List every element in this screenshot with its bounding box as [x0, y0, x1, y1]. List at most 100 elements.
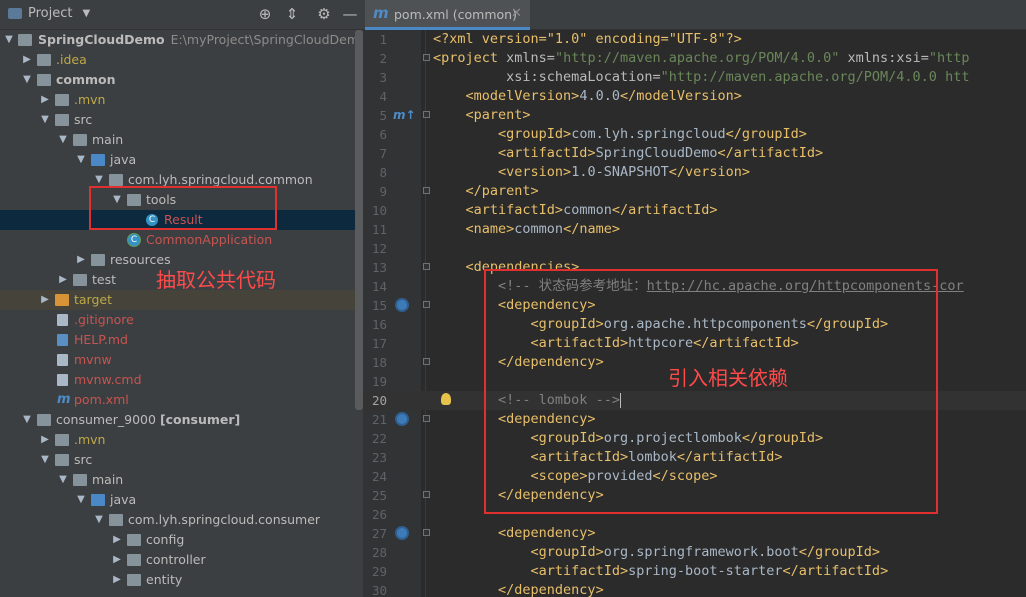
code-line[interactable]: 11 <name>common</name>	[363, 220, 1026, 239]
expand-arrow-icon[interactable]: ▼	[21, 410, 33, 430]
expand-arrow-icon[interactable]: ▼	[75, 150, 87, 170]
dependency-navigate-icon[interactable]	[395, 526, 409, 540]
dependency-navigate-icon[interactable]	[395, 412, 409, 426]
collapsed-arrow-icon[interactable]: ▶	[21, 50, 33, 70]
tree-item-common[interactable]: ▼ common	[0, 70, 363, 90]
line-number: 30	[371, 583, 387, 597]
resources-folder-icon	[91, 254, 105, 266]
expand-arrow-icon[interactable]: ▼	[57, 470, 69, 490]
tree-item-src[interactable]: ▼ src	[0, 450, 363, 470]
gear-icon[interactable]: ⚙	[315, 5, 333, 23]
tree-item-package-consumer[interactable]: ▼ com.lyh.springcloud.consumer	[0, 510, 363, 530]
code-line[interactable]: 30 </dependency>	[363, 581, 1026, 597]
code-line[interactable]: 3 xsi:schemaLocation="http://maven.apach…	[363, 68, 1026, 87]
code-text: <groupId>com.lyh.springcloud</groupId>	[498, 126, 807, 142]
expand-arrow-icon[interactable]: ▼	[39, 450, 51, 470]
locate-icon[interactable]: ⊕	[256, 5, 274, 23]
line-number: 13	[371, 260, 387, 275]
hide-icon[interactable]: —	[341, 5, 359, 23]
tree-item-springclouddemo[interactable]: ▼ SpringCloudDemo E:\myProject\SpringClou…	[0, 30, 363, 50]
tree-item-consumer-9000[interactable]: ▼ consumer_9000 [consumer]	[0, 410, 363, 430]
project-scrollbar[interactable]	[355, 30, 363, 410]
code-line[interactable]: 1 <?xml version="1.0" encoding="UTF-8"?>	[363, 30, 1026, 49]
expand-arrow-icon[interactable]: ▼	[93, 510, 105, 530]
fold-icon[interactable]	[423, 187, 430, 194]
project-view-selector[interactable]: Project ▼	[8, 6, 90, 21]
tree-item-mvn[interactable]: ▶ .mvn	[0, 90, 363, 110]
collapsed-arrow-icon[interactable]: ▶	[111, 550, 123, 570]
code-text: <version>1.0-SNAPSHOT</version>	[498, 164, 751, 180]
expand-arrow-icon[interactable]: ▼	[39, 110, 51, 130]
project-title: Project	[28, 6, 73, 21]
collapsed-arrow-icon[interactable]: ▶	[111, 570, 123, 590]
code-line[interactable]: 2 <project xmlns="http://maven.apache.org…	[363, 49, 1026, 68]
tree-item-pom-xml[interactable]: m pom.xml	[0, 390, 363, 410]
tree-item-label: src	[74, 112, 93, 127]
tree-item-mvnw-cmd[interactable]: mvnw.cmd	[0, 370, 363, 390]
code-line[interactable]: 4 <modelVersion>4.0.0</modelVersion>	[363, 87, 1026, 106]
tree-item-mvn[interactable]: ▶ .mvn	[0, 430, 363, 450]
collapsed-arrow-icon[interactable]: ▶	[39, 430, 51, 450]
collapse-icon[interactable]: ⇕	[283, 5, 301, 23]
fold-icon[interactable]	[423, 358, 430, 365]
line-number: 2	[379, 51, 387, 66]
code-line[interactable]: 5 m↑ <parent>	[363, 106, 1026, 125]
collapsed-arrow-icon[interactable]: ▶	[39, 90, 51, 110]
tab-pom-xml-common[interactable]: m pom.xml (common) ✕	[365, 0, 530, 30]
expand-arrow-icon[interactable]: ▼	[21, 70, 33, 90]
code-line[interactable]: 7 <artifactId>SpringCloudDemo</artifactI…	[363, 144, 1026, 163]
xml-text: 4.0.0	[579, 88, 620, 104]
line-number: 20	[371, 393, 387, 408]
code-line[interactable]: 29 <artifactId>spring-boot-starter</arti…	[363, 562, 1026, 581]
code-text: <artifactId>common</artifactId>	[465, 202, 718, 218]
collapsed-arrow-icon[interactable]: ▶	[57, 270, 69, 290]
maven-override-icon[interactable]: m↑	[393, 106, 416, 125]
collapsed-arrow-icon[interactable]: ▶	[111, 530, 123, 550]
tree-item-src[interactable]: ▼ src	[0, 110, 363, 130]
tree-item-label: controller	[146, 552, 206, 567]
tree-item-help-md[interactable]: HELP.md	[0, 330, 363, 350]
tree-item-idea[interactable]: ▶ .idea	[0, 50, 363, 70]
fold-icon[interactable]	[423, 54, 430, 61]
expand-arrow-icon[interactable]: ▼	[3, 30, 15, 50]
markdown-file-icon	[57, 334, 68, 346]
code-line[interactable]: 6 <groupId>com.lyh.springcloud</groupId>	[363, 125, 1026, 144]
code-line[interactable]: 28 <groupId>org.springframework.boot</gr…	[363, 543, 1026, 562]
expand-arrow-icon[interactable]: ▼	[75, 490, 87, 510]
fold-icon[interactable]	[423, 301, 430, 308]
close-icon[interactable]: ✕	[511, 6, 522, 21]
collapsed-arrow-icon[interactable]: ▶	[75, 250, 87, 270]
code-line[interactable]: 12	[363, 239, 1026, 258]
code-line[interactable]: 10 <artifactId>common</artifactId>	[363, 201, 1026, 220]
fold-icon[interactable]	[423, 491, 430, 498]
tree-item-main[interactable]: ▼ main	[0, 130, 363, 150]
code-line[interactable]: 9 </parent>	[363, 182, 1026, 201]
tree-item-mvnw[interactable]: mvnw	[0, 350, 363, 370]
code-text: <dependency>	[498, 525, 596, 541]
tree-item-config[interactable]: ▶ config	[0, 530, 363, 550]
tree-item-java[interactable]: ▼ java	[0, 150, 363, 170]
line-number: 24	[371, 469, 387, 484]
tree-item-gitignore[interactable]: .gitignore	[0, 310, 363, 330]
chevron-down-icon: ▼	[82, 8, 91, 19]
tree-item-controller[interactable]: ▶ controller	[0, 550, 363, 570]
maven-file-icon: m	[373, 4, 389, 22]
fold-icon[interactable]	[423, 415, 430, 422]
xml-text: spring-boot-starter	[628, 563, 783, 579]
tree-item-java[interactable]: ▼ java	[0, 490, 363, 510]
tree-item-commonapplication[interactable]: C CommonApplication	[0, 230, 363, 250]
code-line[interactable]: 27 <dependency>	[363, 524, 1026, 543]
dependency-navigate-icon[interactable]	[395, 298, 409, 312]
code-text: <?xml version="1.0" encoding="UTF-8"?>	[433, 30, 742, 49]
collapsed-arrow-icon[interactable]: ▶	[39, 290, 51, 310]
tree-item-main[interactable]: ▼ main	[0, 470, 363, 490]
code-text: <artifactId>SpringCloudDemo</artifactId>	[498, 145, 824, 161]
code-line[interactable]: 8 <version>1.0-SNAPSHOT</version>	[363, 163, 1026, 182]
tree-item-entity[interactable]: ▶ entity	[0, 570, 363, 590]
fold-icon[interactable]	[423, 111, 430, 118]
tree-item-target[interactable]: ▶ target	[0, 290, 363, 310]
tree-item-label: main	[92, 472, 124, 487]
fold-icon[interactable]	[423, 529, 430, 536]
expand-arrow-icon[interactable]: ▼	[57, 130, 69, 150]
fold-icon[interactable]	[423, 263, 430, 270]
